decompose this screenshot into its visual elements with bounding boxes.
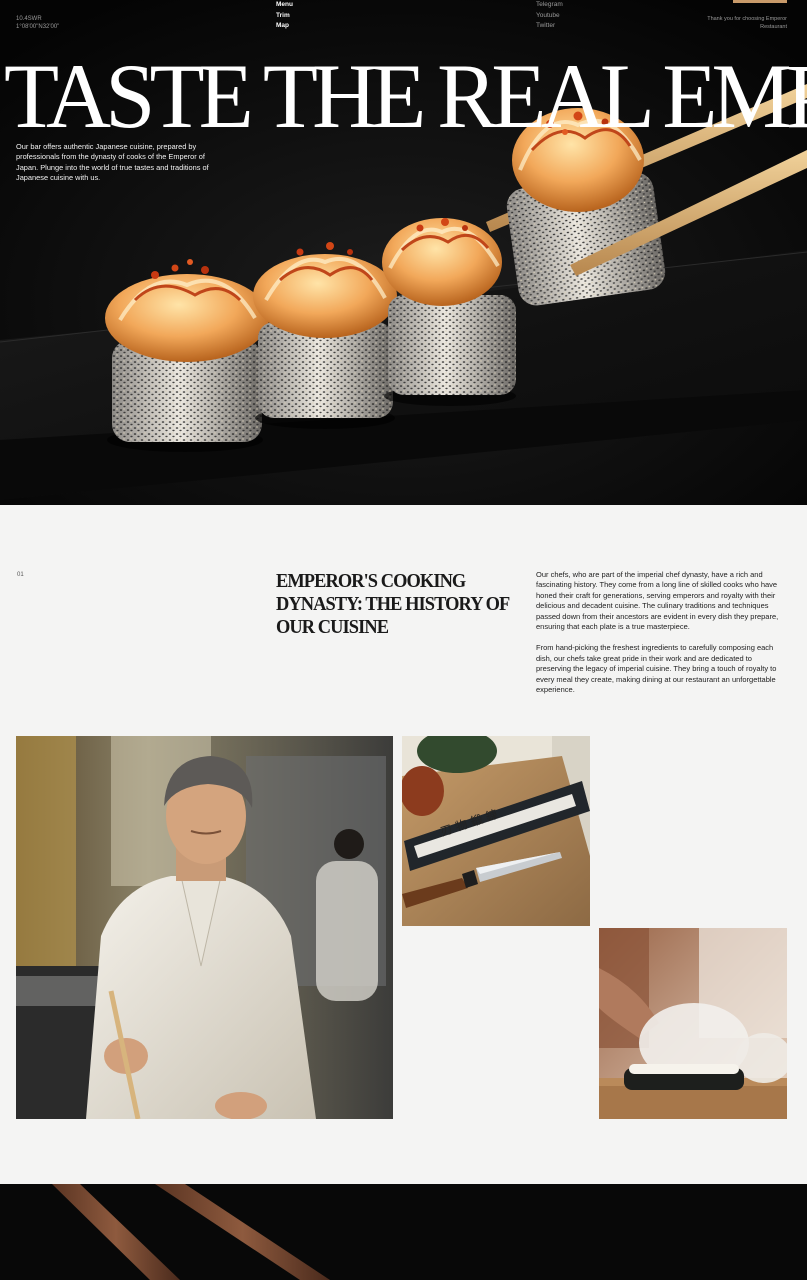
nav-item-map[interactable]: Map	[276, 21, 293, 32]
social-links: Telegram Youtube Twitter	[536, 0, 563, 32]
knife-photo: 刃 物 鍛 錬	[402, 736, 590, 926]
hero-intro: Our bar offers authentic Japanese cuisin…	[16, 142, 209, 182]
thanks-note: Thank you for choosing Emperor Restauran…	[707, 16, 787, 30]
main-nav: Menu Trim Map	[276, 0, 293, 32]
history-title: EMPEROR'S COOKING DYNASTY: THE HISTORY O…	[276, 570, 510, 638]
hero-section: 10.4SWR 1°08'00"N32'00" Menu Trim Map Te…	[0, 0, 807, 505]
nav-item-trim[interactable]: Trim	[276, 11, 293, 22]
hero-headline: TASTE THE REAL EMPIRE	[4, 45, 807, 147]
nav-item-menu[interactable]: Menu	[276, 0, 293, 11]
next-section-preview	[0, 1184, 807, 1280]
reserve-button[interactable]	[733, 0, 787, 3]
top-bar: 10.4SWR 1°08'00"N32'00" Menu Trim Map Te…	[0, 0, 807, 36]
history-paragraph: From hand-picking the freshest ingredien…	[536, 643, 777, 695]
history-paragraph: Our chefs, who are part of the imperial …	[536, 570, 779, 632]
coordinates-line: 1°08'00"N32'00"	[16, 24, 60, 30]
coordinates: 10.4SWR 1°08'00"N32'00"	[16, 15, 59, 31]
history-text: Our chefs, who are part of the imperial …	[536, 570, 788, 695]
sushi-rolling-photo	[599, 928, 787, 1119]
chef-photo	[16, 736, 393, 1119]
section-number: 01	[17, 572, 24, 578]
social-link-twitter[interactable]: Twitter	[536, 21, 563, 32]
coordinates-line: 10.4SWR	[16, 16, 42, 22]
social-link-youtube[interactable]: Youtube	[536, 11, 563, 22]
social-link-telegram[interactable]: Telegram	[536, 0, 563, 11]
